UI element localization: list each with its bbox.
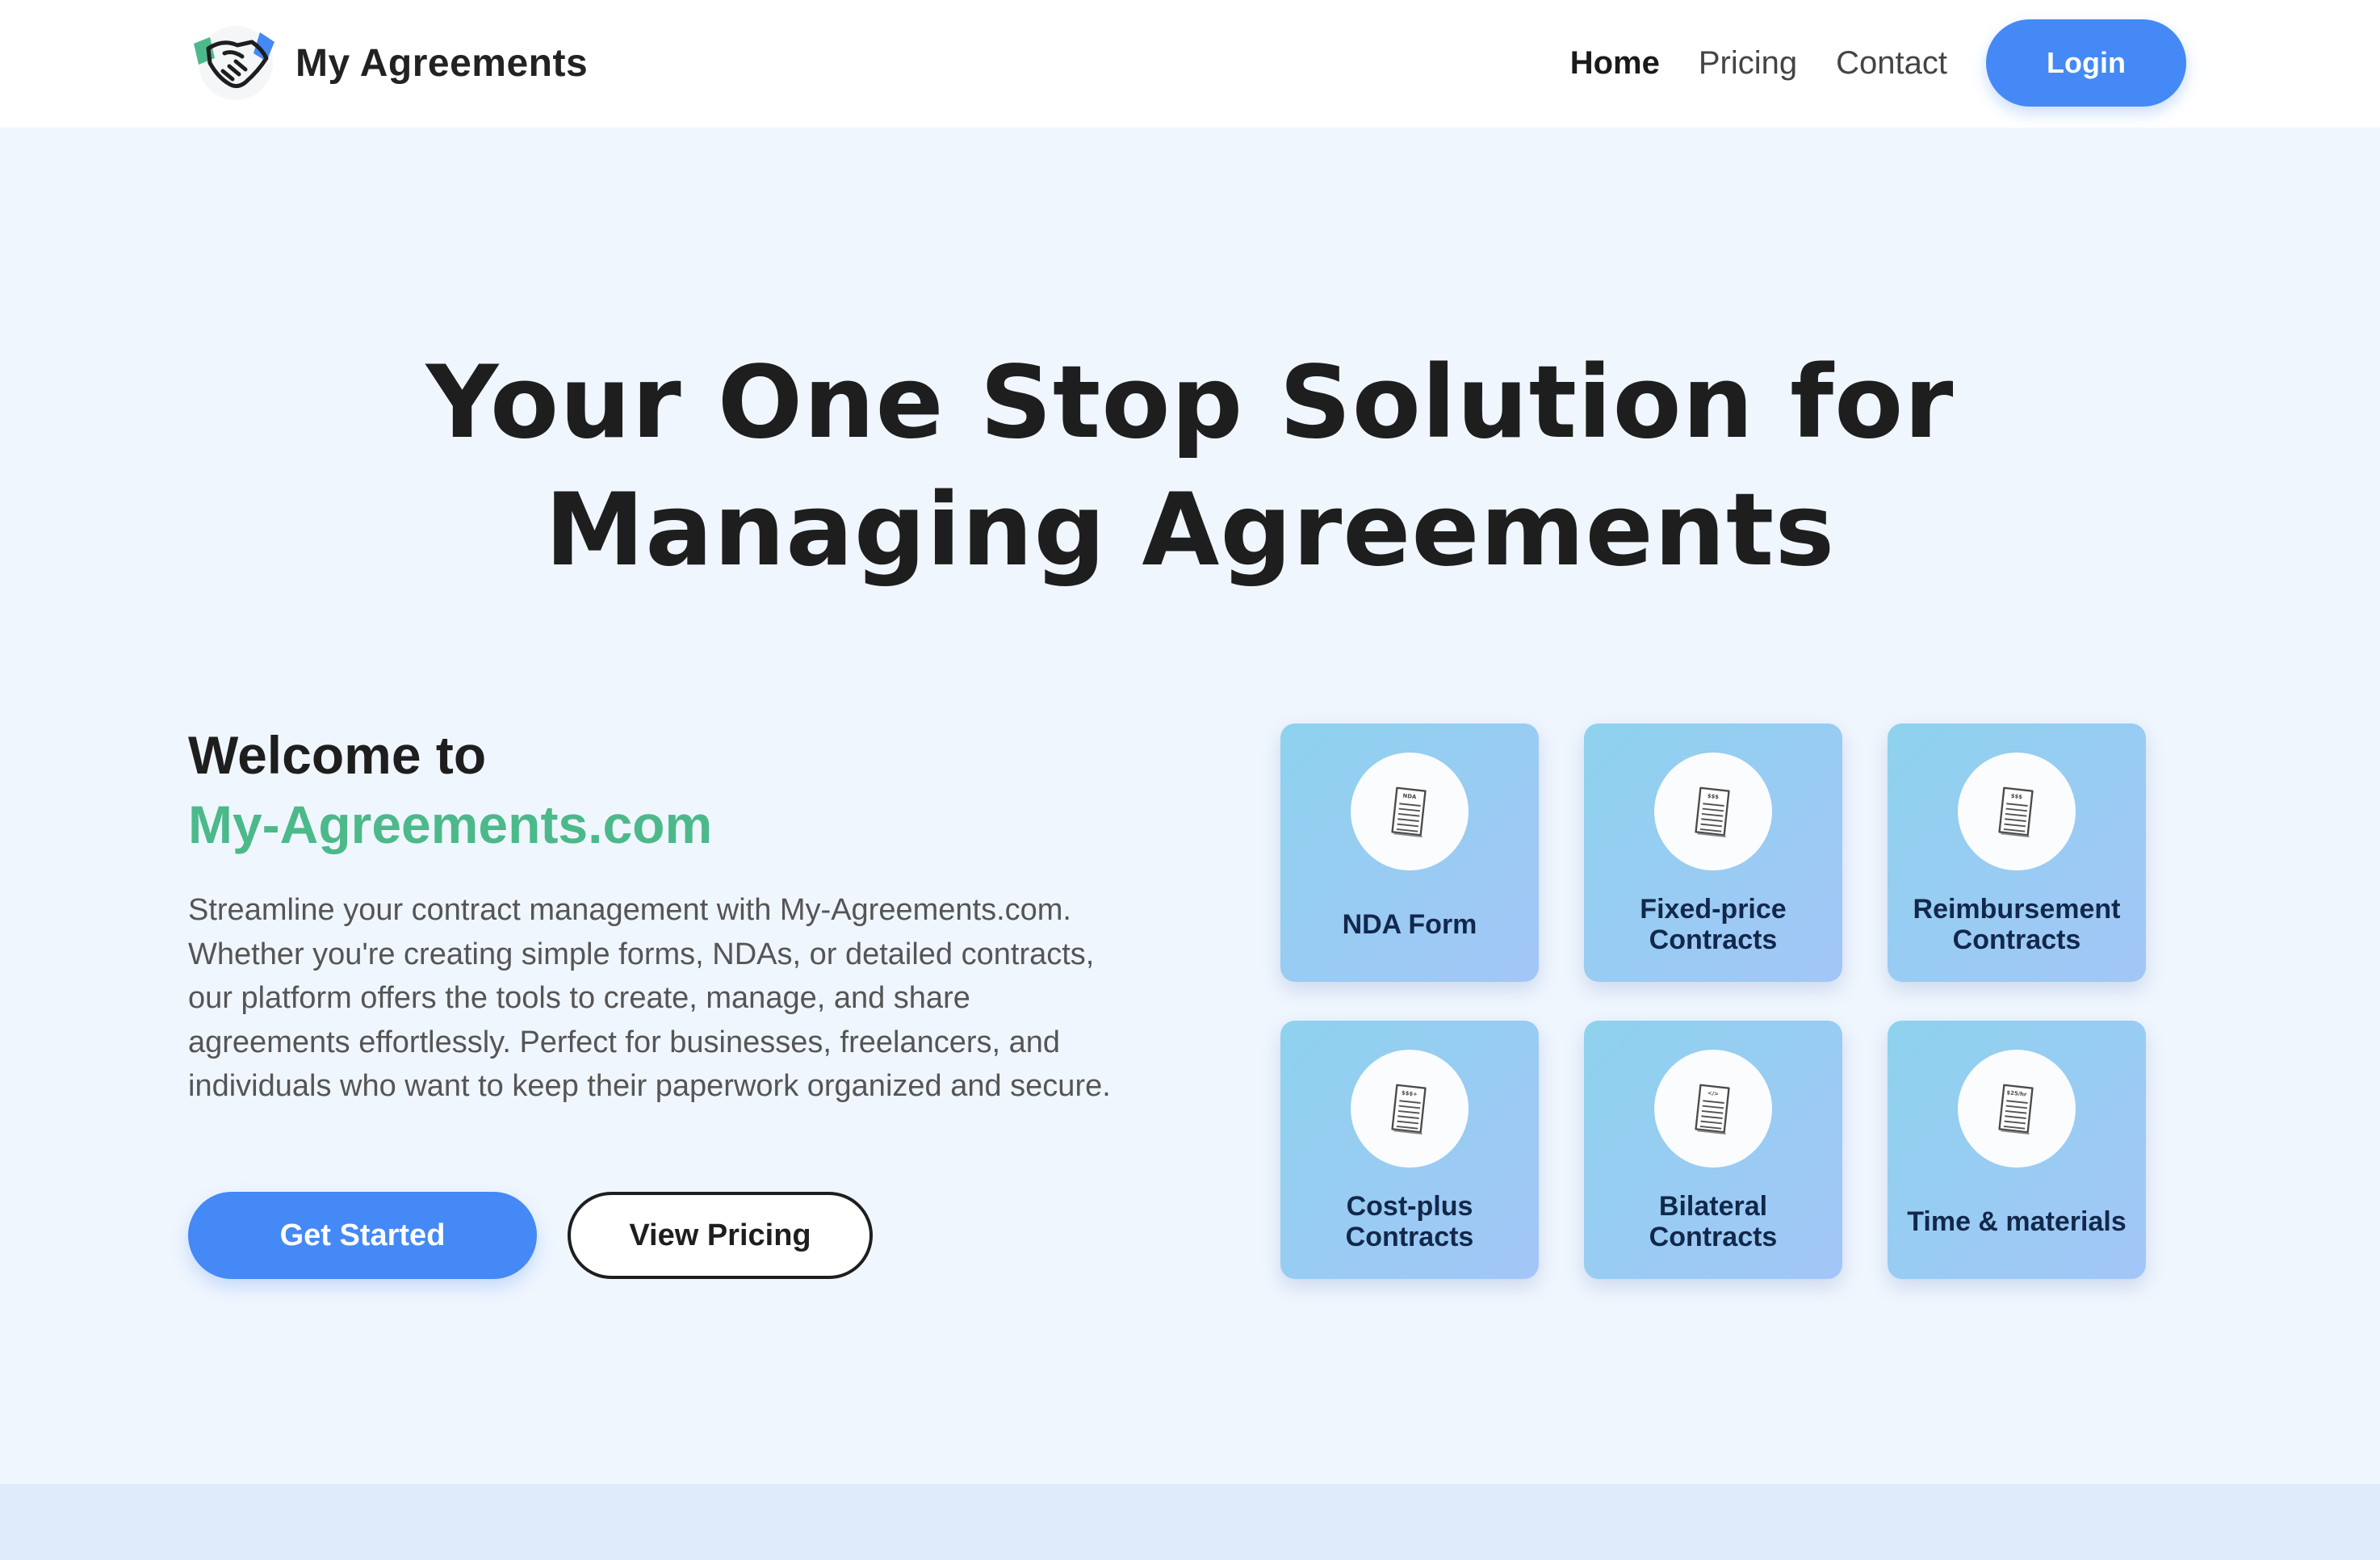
login-button[interactable]: Login: [1986, 19, 2186, 107]
welcome-section: Welcome to My-Agreements.com Streamline …: [188, 720, 1173, 1109]
card-time-and-materials[interactable]: $25/hr Time & materials: [1888, 1021, 2146, 1279]
site-header: My Agreements Home Pricing Contact Login: [0, 0, 2380, 128]
document-icon: </>: [1654, 1050, 1772, 1168]
document-icon-tag: $$$: [2010, 793, 2022, 800]
main-nav: Home Pricing Contact Login: [1570, 19, 2186, 107]
card-label: Bilateral Contracts: [1649, 1191, 1778, 1252]
hero-title-line-1: Your One Stop Solution for: [425, 345, 1955, 461]
card-reimbursement-contracts[interactable]: $$$ Reimbursement Contracts: [1888, 723, 2146, 982]
card-label: Cost-plus Contracts: [1345, 1191, 1474, 1252]
card-bilateral-contracts[interactable]: </> Bilateral Contracts: [1584, 1021, 1842, 1279]
cta-row: Get Started View Pricing: [188, 1192, 873, 1279]
hero-title: Your One Stop Solution for Managing Agre…: [0, 339, 2380, 594]
document-icon-tag: $$$: [1707, 793, 1719, 800]
hero-title-line-2: Managing Agreements: [544, 472, 1836, 589]
welcome-site-name: My-Agreements.com: [188, 795, 713, 854]
welcome-description: Streamline your contract management with…: [188, 893, 1111, 1103]
document-icon: $25/hr: [1958, 1050, 2076, 1168]
nav-contact[interactable]: Contact: [1836, 45, 1947, 82]
card-label: Time & materials: [1907, 1206, 2126, 1237]
card-label: Fixed-price Contracts: [1640, 894, 1787, 955]
get-started-button[interactable]: Get Started: [188, 1192, 537, 1279]
nav-pricing[interactable]: Pricing: [1699, 45, 1797, 82]
view-pricing-button[interactable]: View Pricing: [568, 1192, 873, 1279]
document-icon: NDA: [1351, 753, 1469, 870]
next-section-band: [0, 1484, 2380, 1560]
welcome-heading: Welcome to: [188, 725, 487, 785]
document-icon-tag: </>: [1707, 1090, 1720, 1097]
nav-home[interactable]: Home: [1570, 45, 1660, 82]
agreement-types-grid: NDA NDA Form $$$ Fixed-price Contracts $…: [1280, 723, 2146, 1279]
card-label: Reimbursement Contracts: [1913, 894, 2121, 955]
card-cost-plus-contracts[interactable]: $$$+ Cost-plus Contracts: [1280, 1021, 1539, 1279]
document-icon: $$$: [1958, 753, 2076, 870]
document-icon: $$$+: [1351, 1050, 1469, 1168]
card-fixed-price-contracts[interactable]: $$$ Fixed-price Contracts: [1584, 723, 1842, 982]
document-icon: $$$: [1654, 753, 1772, 870]
card-label: NDA Form: [1342, 909, 1477, 940]
brand[interactable]: My Agreements: [186, 21, 588, 105]
handshake-logo-icon: [194, 26, 274, 100]
card-nda-form[interactable]: NDA NDA Form: [1280, 723, 1539, 982]
brand-name: My Agreements: [295, 41, 589, 85]
